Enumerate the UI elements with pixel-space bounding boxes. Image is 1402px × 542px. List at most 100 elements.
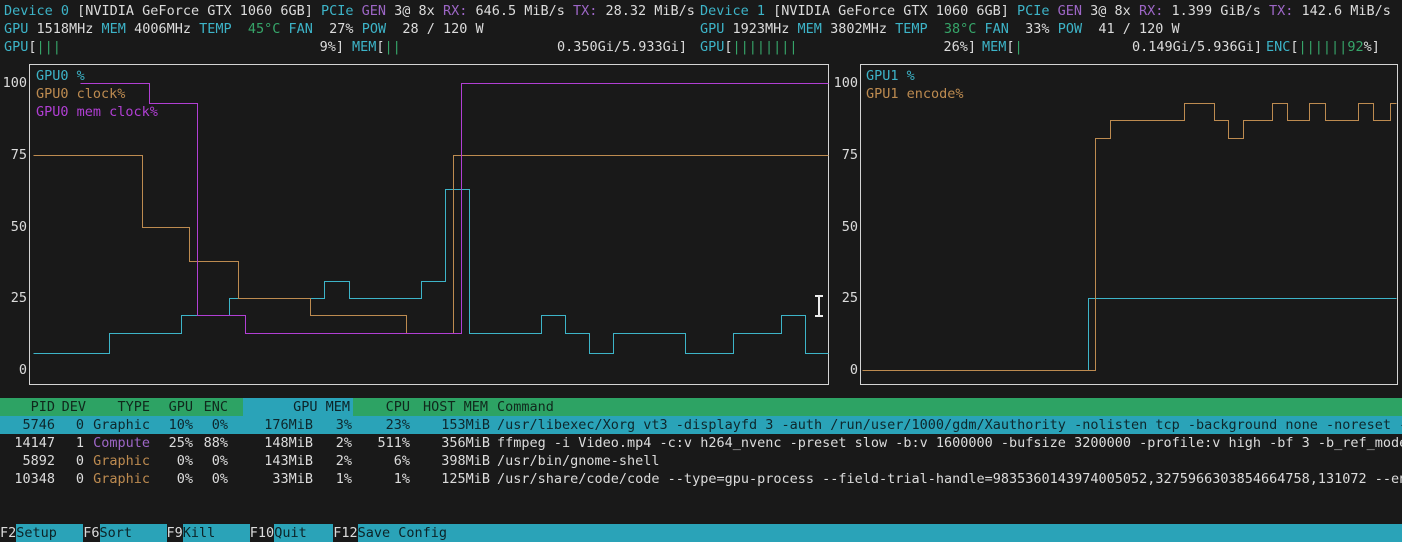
fkey-key: F2 (0, 524, 16, 542)
column-header-pid: PID (31, 398, 55, 416)
text-segment: MEM (102, 21, 126, 37)
text-segment: RX: (443, 3, 467, 19)
text-segment: %] (1364, 39, 1380, 55)
process-row[interactable]: 57460Graphic10%0%176MiB3%23%153MiB/usr/l… (0, 416, 1402, 434)
fkey-key: F6 (83, 524, 99, 542)
y-axis-tick: 50 (0, 218, 27, 236)
legend-gpu0-mem-clock-: GPU0 mem clock% (36, 103, 158, 121)
text-segment: |||||| (1299, 39, 1348, 55)
usage-bar-group: GPU[|||||||| (700, 38, 798, 56)
cell-host-mem: 153MiB (441, 416, 490, 434)
text-segment (928, 21, 944, 37)
y-axis-tick: 75 (826, 146, 858, 164)
text-segment: GPU (700, 39, 724, 55)
text-segment: 1.399 GiB/s (1163, 3, 1269, 19)
fkey-f9-kill[interactable]: F9Kill (167, 524, 250, 542)
fkey-f10-quit[interactable]: F10Quit (250, 524, 333, 542)
cell-command: /usr/bin/gnome-shell (497, 452, 1402, 470)
y-axis-tick: 0 (826, 361, 858, 379)
text-segment: TX: (573, 3, 597, 19)
text-segment: [NVIDIA GeForce GTX 1060 6GB] (765, 3, 1017, 19)
text-segment: 3802MHz (822, 21, 895, 37)
cell-enc: 88% (204, 434, 228, 452)
usage-bar-group: MEM[| (982, 38, 1023, 56)
text-segment: ENC (1266, 39, 1290, 55)
cell-cpu: 1% (394, 470, 410, 488)
text-segment (1050, 3, 1058, 19)
text-segment: 0.149Gi/5.936Gi] (1132, 39, 1262, 55)
text-segment (280, 21, 288, 37)
text-segment: PCIe (1017, 3, 1050, 19)
column-header-gpu: GPU (169, 398, 193, 416)
text-segment: 28 / 120 W (386, 21, 484, 37)
text-segment: TX: (1269, 3, 1293, 19)
cell-gpu-mem: 148MiB (264, 434, 313, 452)
cell-enc: 0% (212, 452, 228, 470)
text-segment: 4006MHz (126, 21, 199, 37)
fkey-key: F12 (333, 524, 357, 542)
fkey-label: Quit (274, 524, 333, 542)
cell-type: Graphic (93, 452, 150, 470)
text-segment: 26%] (943, 39, 976, 55)
cell-command: ffmpeg -i Video.mp4 -c:v h264_nvenc -pre… (497, 434, 1402, 452)
y-axis-tick: 25 (0, 289, 27, 307)
usage-bar-group: 26%] (943, 38, 976, 56)
gpu1-history-graph (860, 64, 1398, 385)
process-row[interactable]: 58920Graphic0%0%143MiB2%6%398MiB/usr/bin… (0, 452, 1402, 470)
y-axis-tick: 25 (826, 289, 858, 307)
text-segment: Device 0 (4, 3, 69, 19)
y-axis-tick: 50 (826, 218, 858, 236)
text-segment: Device 1 (700, 3, 765, 19)
cell-gpu-mem-pct: 2% (336, 434, 352, 452)
column-header-cpu: CPU (386, 398, 410, 416)
cell-type: Graphic (93, 416, 150, 434)
cell-cpu: 511% (377, 434, 410, 452)
text-segment: 92 (1347, 39, 1363, 55)
fkey-f12-save-config[interactable]: F12Save Config (333, 524, 1402, 542)
ibeam-cursor-icon (812, 293, 826, 319)
legend-gpu1-encode-: GPU1 encode% (866, 85, 964, 103)
fkey-f6-sort[interactable]: F6Sort (83, 524, 166, 542)
usage-bar-group: ENC[||||||92%] (1266, 38, 1380, 56)
cell-gpu-mem-pct: 2% (336, 452, 352, 470)
cell-gpu: 0% (177, 452, 193, 470)
fkey-label: Save Config (358, 524, 1402, 542)
cell-command: /usr/libexec/Xorg vt3 -displayfd 3 -auth… (497, 416, 1402, 434)
text-segment: | (1015, 39, 1023, 55)
function-key-bar: F2SetupF6SortF9KillF10QuitF12Save Config (0, 524, 1402, 542)
device0-clock-line: GPU 1518MHz MEM 4006MHz TEMP 45°C FAN 27… (4, 20, 484, 38)
text-segment: |||||||| (733, 39, 798, 55)
text-segment: GPU (700, 21, 724, 37)
cell-enc: 0% (212, 470, 228, 488)
text-segment: GPU (4, 21, 28, 37)
text-segment: 646.5 MiB/s (467, 3, 573, 19)
cell-host-mem: 398MiB (441, 452, 490, 470)
text-segment: MEM (798, 21, 822, 37)
text-segment: 27% (313, 21, 362, 37)
usage-bar-group: 0.149Gi/5.936Gi] (1132, 38, 1262, 56)
column-header-enc: ENC (204, 398, 228, 416)
y-axis-tick: 0 (0, 361, 27, 379)
cell-type: Graphic (93, 470, 150, 488)
cell-gpu-mem-pct: 3% (336, 416, 352, 434)
text-segment: RX: (1139, 3, 1163, 19)
fkey-key: F9 (167, 524, 183, 542)
process-table-header: PIDDEVTYPEGPUENCGPU MEMCPUHOST MEMComman… (0, 398, 1402, 416)
process-row[interactable]: 103480Graphic0%0%33MiB1%1%125MiB/usr/sha… (0, 470, 1402, 488)
cell-gpu-mem: 143MiB (264, 452, 313, 470)
fkey-label: Sort (100, 524, 167, 542)
cell-host-mem: 125MiB (441, 470, 490, 488)
device1-clock-line: GPU 1923MHz MEM 3802MHz TEMP 38°C FAN 33… (700, 20, 1180, 38)
text-segment: 1923MHz (724, 21, 797, 37)
legend-gpu0-: GPU0 % (36, 67, 85, 85)
column-header-gpu-mem: GPU MEM (293, 398, 350, 416)
cell-dev: 0 (76, 452, 84, 470)
column-header-type: TYPE (117, 398, 150, 416)
fkey-f2-setup[interactable]: F2Setup (0, 524, 83, 542)
cell-gpu-mem: 176MiB (264, 416, 313, 434)
process-row[interactable]: 141471Compute25%88%148MiB2%511%356MiBffm… (0, 434, 1402, 452)
cell-pid: 10348 (14, 470, 55, 488)
text-segment: [ (724, 39, 732, 55)
column-header-command: Command (497, 398, 554, 416)
cell-pid: 14147 (14, 434, 55, 452)
